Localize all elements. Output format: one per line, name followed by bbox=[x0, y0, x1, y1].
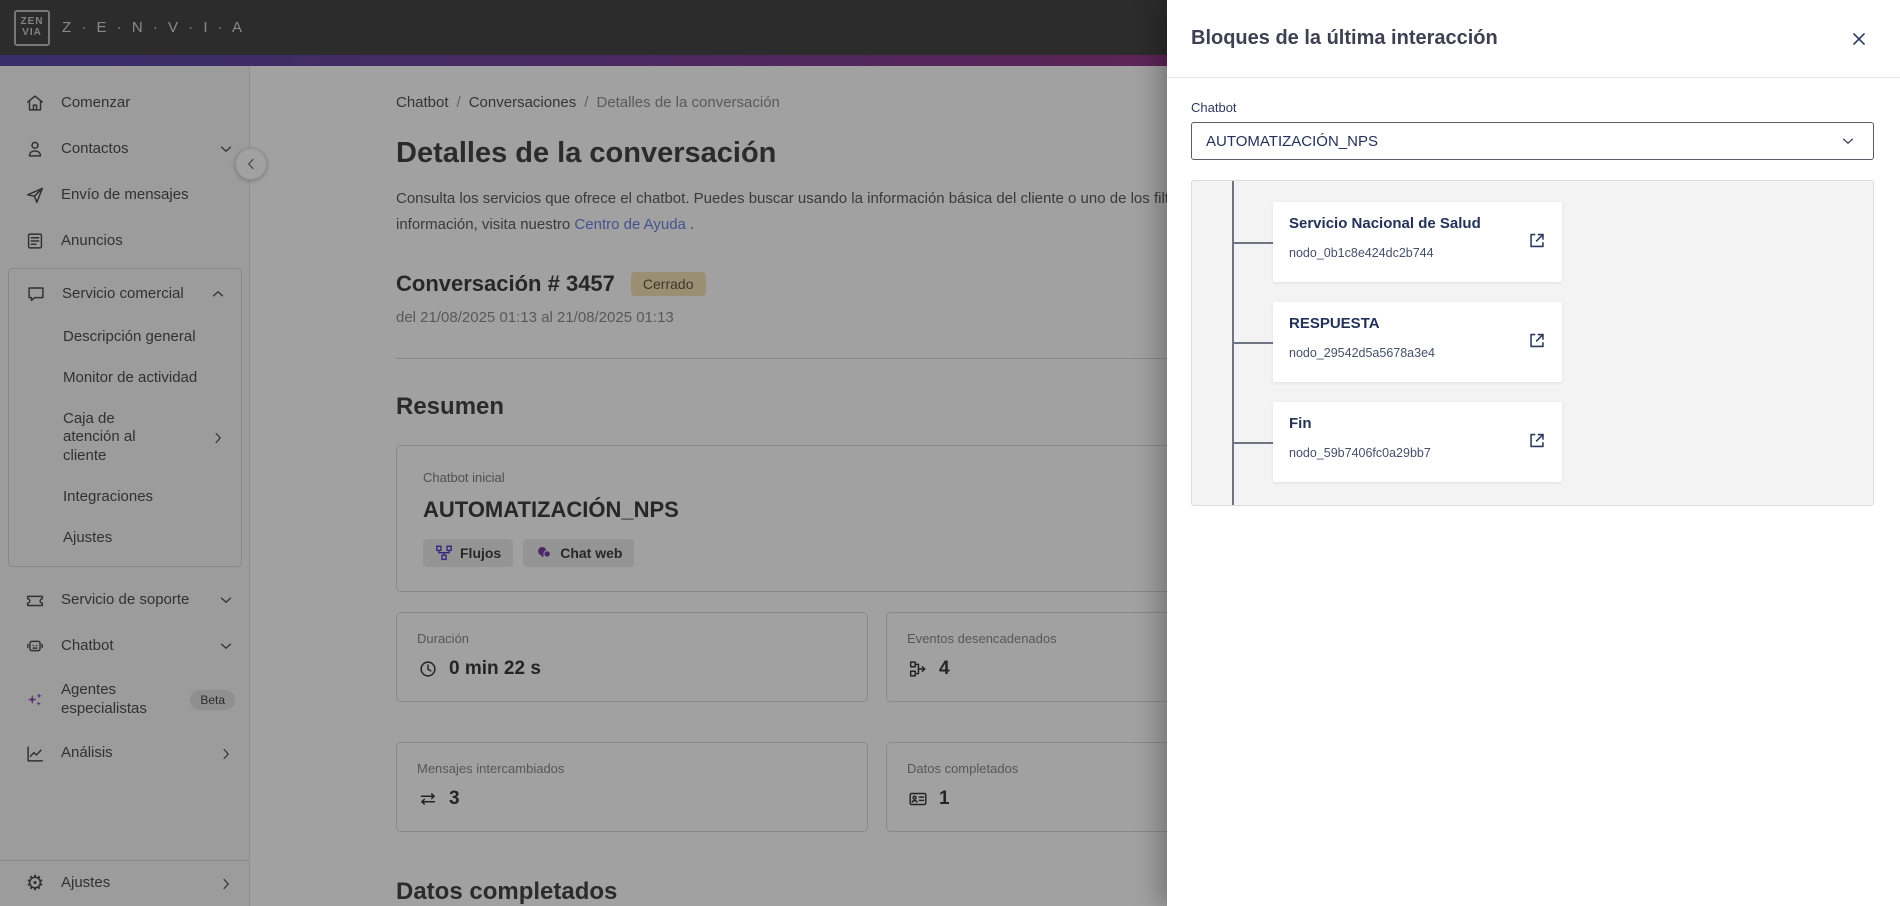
blocks-tree: Servicio Nacional de Salud nodo_0b1c8e42… bbox=[1191, 180, 1874, 506]
panel-header: Bloques de la última interacción bbox=[1167, 0, 1900, 78]
block-title: Fin bbox=[1289, 415, 1312, 432]
block-node-id: nodo_59b7406fc0a29bb7 bbox=[1289, 446, 1431, 460]
block-card-respuesta: RESPUESTA nodo_29542d5a5678a3e4 bbox=[1232, 302, 1562, 382]
open-block-button[interactable] bbox=[1526, 230, 1548, 255]
external-link-icon bbox=[1530, 433, 1544, 448]
chevron-down-icon bbox=[1842, 138, 1854, 144]
block-title: Servicio Nacional de Salud bbox=[1289, 215, 1481, 232]
chatbot-select-value: AUTOMATIZACIÓN_NPS bbox=[1206, 132, 1378, 150]
chatbot-select-label: Chatbot bbox=[1191, 100, 1237, 115]
open-block-button[interactable] bbox=[1526, 330, 1548, 355]
tree-connector-line bbox=[1232, 442, 1273, 444]
close-button[interactable] bbox=[1848, 28, 1870, 50]
tree-connector-line bbox=[1232, 342, 1273, 344]
external-link-icon bbox=[1530, 333, 1544, 348]
block-title: RESPUESTA bbox=[1289, 315, 1380, 332]
chatbot-select[interactable]: AUTOMATIZACIÓN_NPS bbox=[1191, 122, 1874, 160]
block-card-servicio-nacional: Servicio Nacional de Salud nodo_0b1c8e42… bbox=[1232, 202, 1562, 282]
panel-body: Chatbot AUTOMATIZACIÓN_NPS Servicio Naci… bbox=[1167, 78, 1900, 506]
block-node-id: nodo_0b1c8e424dc2b744 bbox=[1289, 246, 1434, 260]
panel-title: Bloques de la última interacción bbox=[1191, 27, 1498, 49]
block-card-fin: Fin nodo_59b7406fc0a29bb7 bbox=[1232, 402, 1562, 482]
tree-connector-line bbox=[1232, 242, 1273, 244]
close-icon bbox=[1853, 32, 1865, 45]
blocks-panel: Bloques de la última interacción Chatbot… bbox=[1167, 0, 1900, 906]
app-root: ZEN VIA Z · E · N · V · I · A Comenzar C… bbox=[0, 0, 1900, 906]
block-node-id: nodo_29542d5a5678a3e4 bbox=[1289, 346, 1435, 360]
open-block-button[interactable] bbox=[1526, 430, 1548, 455]
external-link-icon bbox=[1530, 233, 1544, 248]
